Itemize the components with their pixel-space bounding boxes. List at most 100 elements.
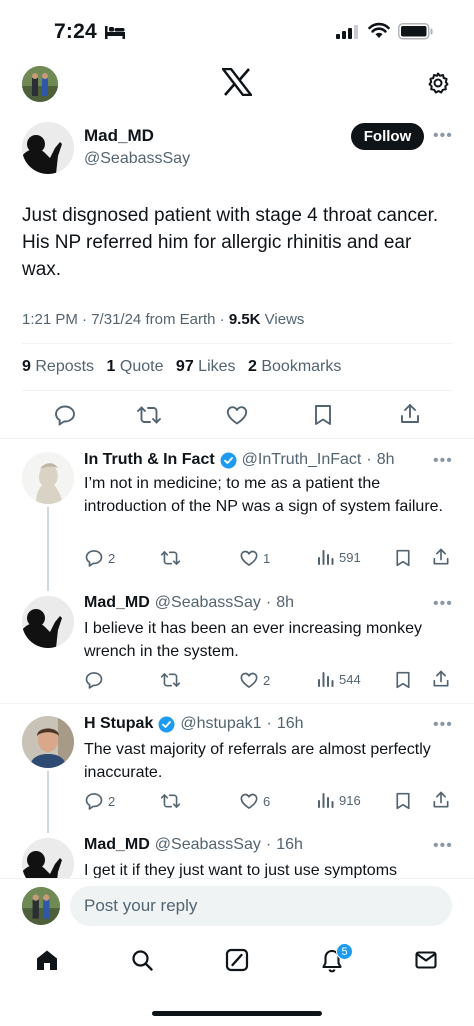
home-tab[interactable]	[35, 948, 59, 972]
reply-clip: Mad_MD @SeabassSay · 16h ••• I get it if…	[0, 830, 474, 878]
search-tab[interactable]	[130, 948, 154, 972]
share-icon[interactable]	[431, 669, 451, 689]
tweet-time: 1:21 PM	[22, 311, 78, 328]
like-button[interactable]: 6	[239, 791, 270, 811]
mail-icon	[415, 951, 437, 969]
repost-button[interactable]	[160, 791, 181, 811]
bookmark-icon[interactable]	[394, 791, 412, 811]
more-options-icon[interactable]: •••	[433, 595, 453, 613]
share-icon[interactable]	[431, 790, 451, 810]
reply-count: 2	[108, 793, 116, 809]
views-label: Views	[264, 311, 305, 328]
bookmark-icon[interactable]	[312, 403, 334, 427]
reply-header: H Stupak @hstupak1 · 16h	[84, 715, 304, 733]
divider	[0, 438, 474, 439]
tweet-source: from Earth	[145, 311, 216, 328]
more-options-icon[interactable]: •••	[433, 716, 453, 734]
views-button[interactable]: 591	[317, 548, 361, 566]
gear-icon[interactable]	[426, 71, 450, 95]
author-handle[interactable]: @SeabassSay	[84, 150, 190, 168]
tweet-meta: 1:21 PM · 7/31/24 from Earth · 9.5K View…	[22, 311, 305, 328]
share-icon[interactable]	[431, 547, 451, 567]
quotes-stat[interactable]: 1 Quote	[107, 358, 164, 375]
reply-author-name[interactable]: Mad_MD	[84, 594, 150, 612]
views-count: 591	[339, 549, 361, 565]
signal-icon	[336, 25, 358, 39]
reply-author-handle[interactable]: @InTruth_InFact	[242, 451, 362, 469]
like-icon[interactable]	[225, 403, 249, 427]
more-options-icon[interactable]: •••	[433, 452, 453, 470]
bookmark-icon[interactable]	[394, 548, 412, 568]
reply-avatar[interactable]	[22, 452, 74, 504]
reply-age: 8h	[376, 451, 395, 468]
engagement-stats: 9 Reposts 1 Quote 97 Likes 2 Bookmarks	[22, 358, 349, 376]
status-time: 7:24	[54, 20, 97, 43]
home-indicator	[152, 1011, 322, 1016]
author-name[interactable]: Mad_MD	[84, 126, 154, 146]
grok-tab[interactable]	[225, 948, 249, 972]
reply-text: I get it if they just want to just use s…	[84, 862, 398, 878]
like-button[interactable]: 1	[239, 548, 270, 568]
more-options-icon[interactable]: •••	[433, 837, 453, 855]
views-count: 9.5K	[228, 311, 261, 328]
likes-stat[interactable]: 97 Likes	[176, 358, 236, 375]
divider	[22, 343, 452, 344]
reply-author-handle[interactable]: @SeabassSay	[155, 836, 261, 854]
reply-author-name[interactable]: Mad_MD	[84, 836, 150, 854]
divider	[0, 878, 474, 879]
reply-avatar[interactable]	[22, 838, 74, 878]
like-count: 1	[263, 550, 271, 566]
reply-avatar[interactable]	[22, 716, 74, 768]
reply-avatar[interactable]	[22, 596, 74, 648]
reply-input[interactable]: Post your reply	[70, 886, 452, 926]
reply-button[interactable]: 2	[84, 548, 115, 568]
reply-author-name[interactable]: H Stupak	[84, 715, 153, 733]
like-count: 6	[263, 793, 271, 809]
messages-tab[interactable]	[414, 948, 438, 972]
reply-count: 2	[108, 550, 116, 566]
views-button[interactable]: 916	[317, 791, 361, 809]
user-avatar[interactable]	[22, 66, 58, 102]
reply-age: 16h	[276, 836, 303, 853]
reply-button[interactable]	[84, 670, 104, 690]
share-icon[interactable]	[398, 402, 422, 426]
repost-button[interactable]	[160, 548, 181, 568]
more-options-icon[interactable]: •••	[433, 127, 453, 145]
reply-author-name[interactable]: In Truth & In Fact	[84, 451, 215, 469]
like-button[interactable]: 2	[239, 670, 270, 690]
views-count: 544	[339, 671, 361, 687]
reply-text: I’m not in medicine; to me as a patient …	[84, 475, 443, 515]
views-button[interactable]: 544	[317, 670, 361, 688]
author-avatar[interactable]	[22, 122, 74, 174]
reposts-stat[interactable]: 9 Reposts	[22, 358, 94, 375]
reply-author-handle[interactable]: @hstupak1	[180, 715, 261, 733]
reply-header: In Truth & In Fact @InTruth_InFact · 8h	[84, 451, 395, 469]
grok-icon	[225, 948, 249, 972]
reply-text: The vast majority of referrals are almos…	[84, 741, 431, 781]
thread-line	[47, 771, 49, 833]
bookmark-icon[interactable]	[394, 670, 412, 690]
reply-icon[interactable]	[53, 403, 77, 427]
repost-button[interactable]	[160, 670, 181, 690]
search-icon	[132, 950, 153, 971]
composer-avatar	[22, 887, 60, 925]
home-icon	[37, 950, 57, 970]
divider	[0, 703, 474, 704]
bookmarks-stat[interactable]: 2 Bookmarks	[248, 358, 341, 375]
views-count: 916	[339, 792, 361, 808]
follow-button[interactable]: Follow	[351, 123, 424, 150]
notifications-badge: 5	[336, 943, 353, 960]
repost-icon[interactable]	[136, 403, 162, 427]
reply-button[interactable]: 2	[84, 791, 115, 811]
battery-icon	[398, 23, 434, 40]
x-logo-icon	[222, 68, 252, 96]
like-count: 2	[263, 672, 271, 688]
reply-text: I believe it has been an ever increasing…	[84, 620, 422, 660]
divider	[22, 390, 452, 391]
verified-icon	[158, 716, 175, 733]
bed-icon	[104, 24, 126, 40]
reply-author-handle[interactable]: @SeabassSay	[155, 594, 261, 612]
tweet-date: 7/31/24	[91, 311, 142, 328]
reply-age: 8h	[276, 594, 294, 611]
wifi-icon	[368, 22, 390, 39]
